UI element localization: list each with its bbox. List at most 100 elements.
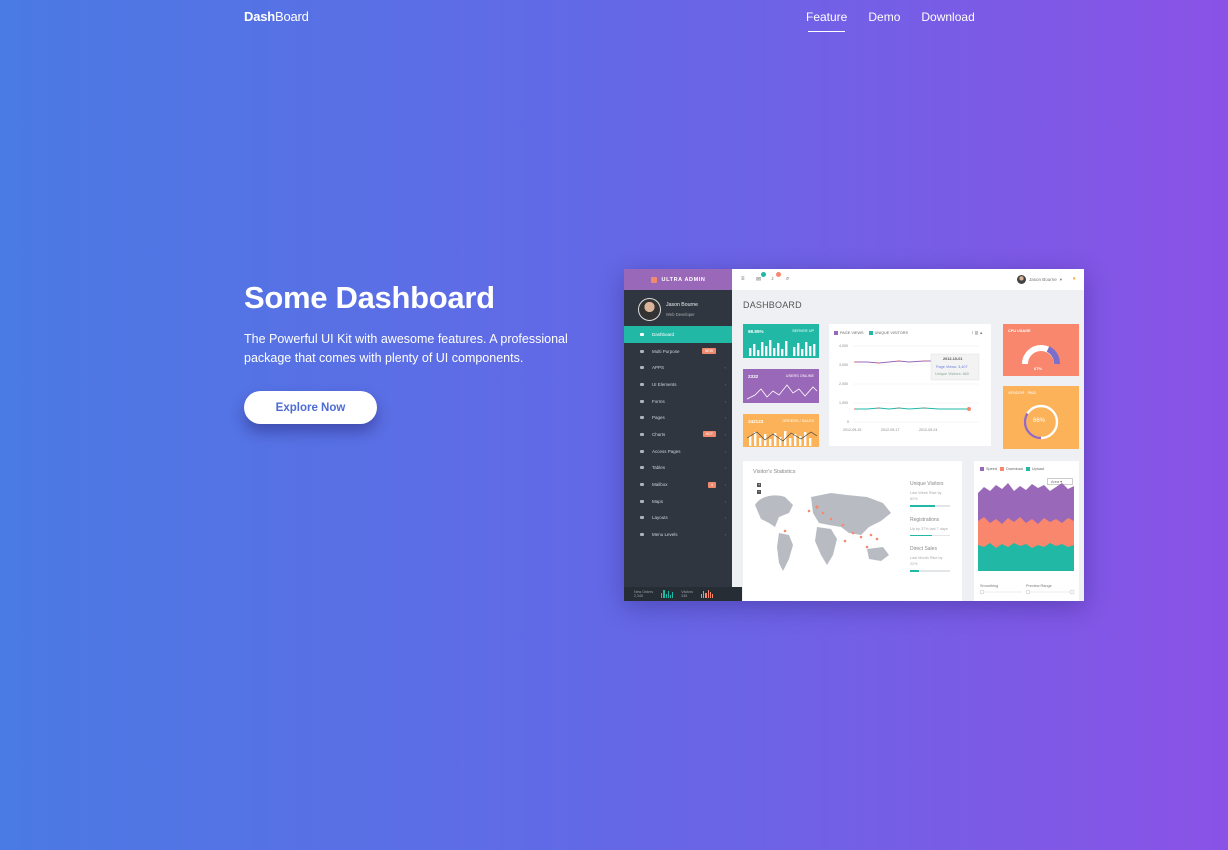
menu-item-icon [640, 399, 644, 403]
mock-menu-item-label: Charts [652, 431, 666, 437]
vs-item-sub-text: Last Month Rise by [910, 556, 943, 561]
mock-menu-item-label: Dashboard [652, 331, 675, 337]
mock-menu-item: Menu Levels ‹ [624, 526, 732, 543]
mock-logo: ULTRA ADMIN [624, 269, 732, 290]
hero-title: Some Dashboard [244, 280, 495, 315]
hamburger-icon: ≡ [741, 276, 745, 282]
mock-menu-item: Charts HOT ‹ [624, 426, 732, 443]
page-views-chart: PAGE VIEWS UNIQUE VISITORS ⌇ ▥ ▲ 4,000 3… [829, 324, 991, 446]
mock-menu-item: APPS ‹ [624, 359, 732, 376]
chevron-left-icon: ‹ [724, 431, 726, 437]
vs-item-pct: 22% [910, 562, 918, 567]
mock-menu-item: Pages ‹ [624, 409, 732, 426]
explore-now-button[interactable]: Explore Now [244, 391, 377, 424]
chevron-left-icon: ‹ [724, 381, 726, 387]
bell-count-dot [776, 272, 781, 277]
world-map [755, 493, 891, 571]
unique-visitors-line [855, 407, 969, 410]
nav-link-download[interactable]: Download [921, 10, 974, 30]
mock-menu-item-label: Menu Levels [652, 532, 678, 538]
stat-line [746, 384, 818, 400]
stat-bars [749, 340, 816, 356]
menu-item-icon [640, 466, 644, 470]
chevron-left-icon: ‹ [724, 532, 726, 538]
mock-menu-item: Multi Purpose NEW [624, 343, 732, 360]
menu-item-icon [640, 416, 644, 420]
area-chart-svg [978, 483, 1075, 595]
mock-menu-item-label: Layouts [652, 515, 668, 521]
vendor-card: VENDOR · PAID 66% [1003, 386, 1079, 449]
mail-count-dot [761, 272, 766, 277]
chevron-left-icon: ‹ [724, 365, 726, 371]
mock-menu-item-label: Access Pages [652, 448, 681, 454]
x-tick: 2012-09-15 [843, 428, 862, 432]
mock-menu-item: Forms ‹ [624, 393, 732, 410]
x-tick: 2012-09-24 [919, 428, 938, 432]
vs-item-sub-text: Last Week Rise by [910, 491, 942, 495]
mock-logo-text: ULTRA ADMIN [661, 276, 706, 283]
vendor-value: 66% [1033, 418, 1046, 424]
stat-server-up: 98.95% SERVER UP [743, 324, 819, 358]
chevron-left-icon: ‹ [724, 482, 726, 488]
vs-item-title: Direct Sales [910, 546, 937, 553]
mock-menu-item: Tables ‹ [624, 460, 732, 477]
mock-menu-item: Access Pages ‹ [624, 443, 732, 460]
cpu-usage-card: CPU USAGE 67% [1003, 324, 1079, 376]
mock-menu-item: Layouts ‹ [624, 510, 732, 527]
avatar [1016, 275, 1026, 284]
chevron-left-icon: ‹ [724, 448, 726, 454]
preview-range-label: Preview Range [1026, 584, 1052, 588]
mock-menu-item: UI Elements ‹ [624, 376, 732, 393]
cpu-value: 67% [1034, 366, 1043, 371]
brand-rest: Board [275, 9, 309, 24]
stat-orders-sales: 342123 ORDERS / SALES [743, 414, 819, 447]
new-orders-sparkbars [661, 590, 674, 598]
visitors-sparkbars [701, 590, 714, 598]
chevron-left-icon: ‹ [724, 465, 726, 471]
vs-item-sub: Up by 37% last 7 days [910, 526, 948, 531]
mock-menu-item-label: Tables [652, 465, 666, 471]
menu-badge: NEW [701, 348, 716, 355]
vs-item-title: Unique Visitors [910, 481, 944, 487]
mail-icon: ✉ [756, 277, 762, 283]
menu-item-icon [640, 349, 644, 353]
vs-progress-fill [910, 570, 919, 572]
avatar [638, 298, 661, 321]
vs-progress [910, 534, 950, 537]
smoothing-label: Smoothing [980, 584, 999, 588]
tooltip-unique: Unique Visitors: 660 [935, 372, 969, 376]
mock-menu-item-label: Pages [652, 415, 665, 421]
bell-icon: ♪ [771, 276, 774, 282]
visitors-value: 345 [681, 594, 688, 598]
logo-icon [650, 276, 657, 283]
menu-item-icon [640, 483, 644, 487]
vs-progress-fill [910, 505, 935, 507]
brand-bold: Dash [244, 9, 275, 24]
menu-item-icon [640, 432, 644, 436]
search-icon: ⌕ [786, 276, 790, 282]
mock-menu-item: Dashboard [624, 326, 732, 343]
mock-menu-item-label: Forms [652, 398, 665, 404]
mock-menu-item-label: Multi Purpose [652, 348, 680, 354]
mock-profile-name: Jason Bourne [666, 302, 699, 308]
vs-progress [910, 570, 950, 572]
menu-item-icon [640, 516, 644, 520]
vs-item-sub: Last Week Rise by 62% [910, 490, 950, 502]
tooltip-views: Page Views: 3,407 [936, 365, 968, 369]
mock-sidebar-footer: New Orders 2,345 Visitors 345 [624, 587, 742, 601]
menu-badge: 4 [708, 481, 716, 488]
nav-link-feature[interactable]: Feature [806, 10, 847, 32]
menu-item-icon [640, 449, 644, 453]
chat-icon: ● [1072, 276, 1076, 282]
mock-page-title: DASHBOARD [743, 300, 802, 310]
menu-item-icon [640, 366, 644, 370]
chevron-down-icon: ▾ [1059, 276, 1062, 282]
brand-logo[interactable]: DashBoard [244, 9, 309, 24]
mock-topbar: ≡ ✉ ♪ ⌕ Jason Bourne ▾ ● [732, 269, 1084, 290]
area-upload [978, 543, 1074, 571]
menu-badge: HOT [702, 431, 716, 438]
vs-item-sub: Last Month Rise by 22% [910, 555, 950, 567]
visitors-side-stats: Unique Visitors Last Week Rise by 62% Re… [910, 471, 950, 572]
nav-link-demo[interactable]: Demo [868, 10, 900, 30]
mock-topbar-username: Jason Bourne [1028, 277, 1057, 282]
